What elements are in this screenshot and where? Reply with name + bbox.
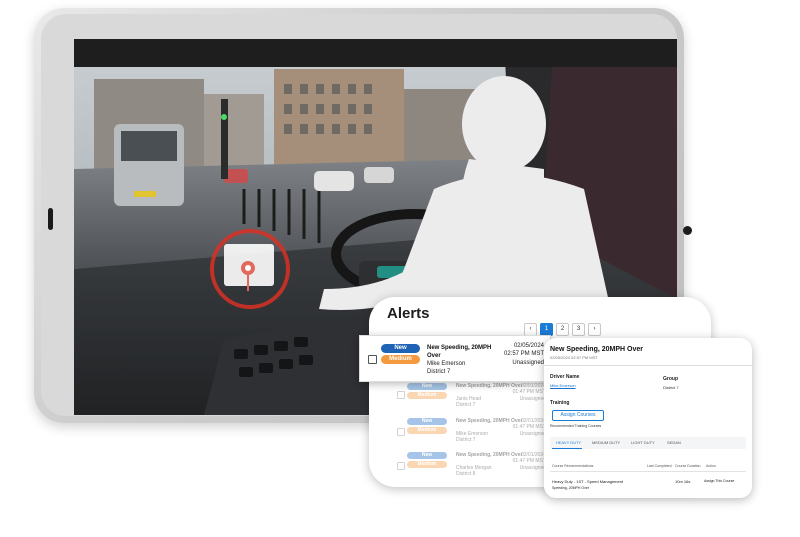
severity-badge: Medium — [407, 427, 447, 434]
assignment-status: Unassigned — [512, 360, 544, 366]
camera-icon — [683, 226, 692, 235]
column-header: Last Completed — [647, 464, 672, 468]
alert-date: 02/05/2024 — [513, 343, 544, 349]
divider — [550, 471, 746, 472]
alert-title: New Speeding, 20MPH Over — [427, 345, 492, 359]
row-checkbox[interactable] — [397, 391, 405, 399]
row-checkbox[interactable] — [368, 355, 377, 364]
course-link[interactable]: Heavy Duty - 1ST - Speed Management — [552, 479, 623, 484]
driver-name-link[interactable]: Mike Emerson — [550, 383, 576, 388]
column-header: Course Recommendations — [552, 464, 594, 468]
divider — [544, 365, 752, 366]
column-header: Course Duration — [675, 464, 701, 468]
district: District 7 — [456, 437, 476, 443]
pagination-next-button[interactable]: › — [588, 323, 601, 336]
alert-time: 01:47 PM MST — [512, 389, 546, 395]
pagination-page-3[interactable]: 3 — [572, 323, 585, 336]
assign-courses-button[interactable]: Assign Courses — [552, 410, 604, 421]
training-label: Training — [550, 400, 570, 406]
status-badge: New — [407, 383, 447, 390]
status-badge: New — [381, 344, 420, 353]
assignment-status: Unassigned — [519, 396, 546, 402]
severity-badge: Medium — [407, 392, 447, 399]
alert-time: 02:57 PM MST — [503, 351, 544, 357]
district: District 7 — [427, 369, 451, 375]
severity-badge: Medium — [407, 461, 447, 468]
assignment-status: Unassigned — [519, 465, 546, 471]
group-label: Group — [663, 376, 678, 382]
status-badge: New — [407, 418, 447, 425]
license-plate — [134, 191, 156, 197]
row-checkbox[interactable] — [397, 462, 405, 470]
column-header: Action — [706, 464, 716, 468]
assign-this-course-link[interactable]: Assign This Course — [704, 479, 734, 483]
assignment-status: Unassigned — [519, 431, 546, 437]
tab-heavy-duty[interactable]: HEAVY DUTY — [556, 440, 581, 445]
tab-medium-duty[interactable]: MEDIUM DUTY — [592, 440, 620, 445]
tab-sedan[interactable]: SEDAN — [667, 440, 681, 445]
detail-date: 02/05/2024 02:57 PM MST — [550, 355, 598, 360]
traffic-light — [221, 114, 227, 120]
pagination-page-2[interactable]: 2 — [556, 323, 569, 336]
alert-time: 01:47 PM MST — [512, 424, 546, 430]
tab-light-duty[interactable]: LIGHT DUTY — [631, 440, 655, 445]
active-tab-indicator — [552, 448, 582, 449]
course-duration: 10m 16s — [675, 479, 691, 484]
selected-alert-row[interactable]: New Medium New Speeding, 20MPH Over Mike… — [359, 335, 551, 382]
status-badge: New — [407, 452, 447, 459]
recommended-label: Recommended Training Courses — [550, 424, 602, 428]
alert-time: 01:47 PM MST — [512, 458, 546, 464]
district: District 8 — [456, 471, 476, 477]
district: District 7 — [456, 402, 476, 408]
detail-title: New Speeding, 20MPH Over — [550, 346, 643, 353]
page-title: Alerts — [387, 305, 430, 322]
group-value: District 7 — [663, 385, 679, 390]
driver-name-label: Driver Name — [550, 374, 580, 380]
course-subtitle: Speeding, 20MPH Over — [552, 486, 589, 490]
home-button[interactable] — [48, 208, 53, 230]
row-checkbox[interactable] — [397, 428, 405, 436]
severity-badge: Medium — [381, 355, 420, 364]
alert-detail-panel: New Speeding, 20MPH Over 02/05/2024 02:5… — [544, 338, 752, 498]
driver-name: Mike Emerson — [427, 361, 466, 367]
